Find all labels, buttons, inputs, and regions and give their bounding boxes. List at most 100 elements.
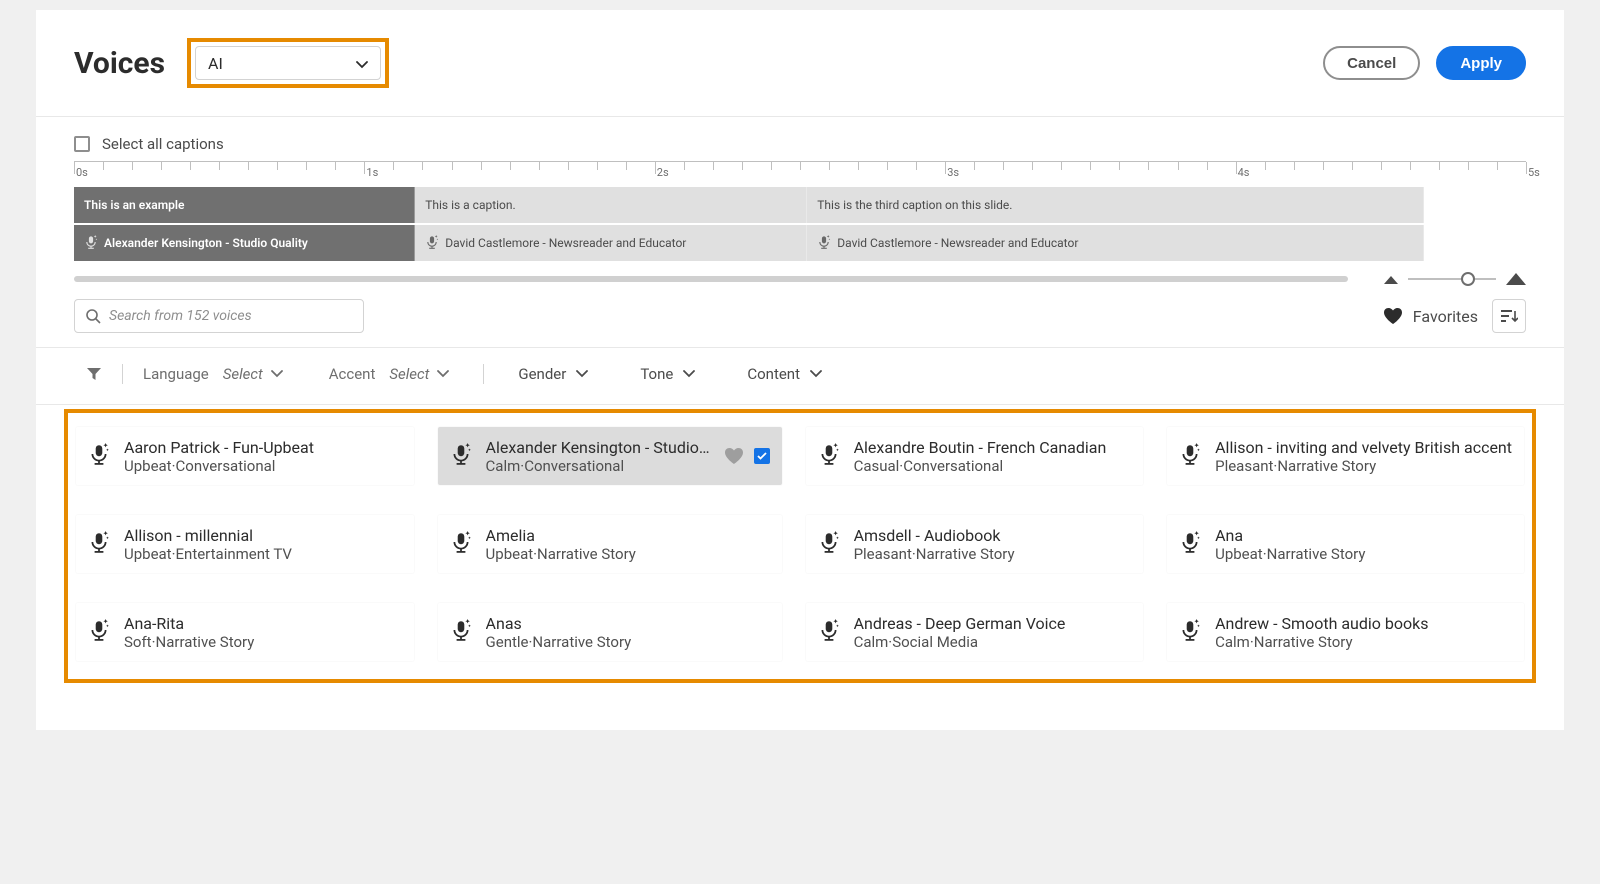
sort-button[interactable] (1492, 299, 1526, 333)
voice-tags: Upbeat·Narrative Story (486, 545, 770, 563)
apply-button[interactable]: Apply (1436, 46, 1526, 80)
mic-ai-icon (84, 234, 98, 253)
selected-check-icon (754, 448, 770, 464)
voice-card[interactable]: Allison - millennialUpbeat·Entertainment… (76, 515, 414, 573)
caption-voice-segment[interactable]: David Castlemore - Newsreader and Educat… (415, 225, 807, 261)
caption-voice-row: Alexander Kensington - Studio QualityDav… (74, 225, 1526, 261)
ruler-label: 0s (76, 166, 88, 179)
timeline: 0s1s2s3s4s5s (36, 161, 1564, 183)
voice-card[interactable]: AnasGentle·Narrative Story (438, 603, 782, 661)
voice-name: Andrew - Smooth audio books (1215, 614, 1512, 633)
chevron-down-icon (437, 370, 449, 378)
timeline-scrollbar[interactable] (74, 276, 1348, 282)
voice-name: Alexander Kensington - Studio… (486, 438, 710, 457)
zoom-in-icon[interactable] (1506, 273, 1526, 285)
voice-name: Ana (1215, 526, 1512, 545)
search-placeholder: Search from 152 voices (109, 308, 252, 324)
mic-ai-icon (88, 530, 110, 558)
select-all-checkbox[interactable] (74, 136, 90, 152)
search-row: Search from 152 voices Favorites (36, 285, 1564, 348)
voice-name: Amelia (486, 526, 770, 545)
voice-card[interactable]: Andreas - Deep German VoiceCalm·Social M… (806, 603, 1144, 661)
caption-text-segment[interactable]: This is the third caption on this slide. (807, 187, 1424, 223)
voice-tags: Pleasant·Narrative Story (1215, 457, 1512, 475)
chevron-down-icon (576, 370, 588, 378)
caption-text-segment[interactable]: This is an example (74, 187, 415, 223)
filter-accent-select[interactable]: Select (389, 365, 449, 383)
heart-icon[interactable] (724, 447, 744, 465)
mic-ai-icon (1179, 530, 1201, 558)
voice-name: Aaron Patrick - Fun-Upbeat (124, 438, 402, 457)
voice-type-highlight: AI (187, 38, 389, 88)
voice-name: Amsdell - Audiobook (854, 526, 1132, 545)
caption-tracks: This is an exampleThis is a caption.This… (36, 183, 1564, 261)
scroll-zoom-row (36, 263, 1564, 285)
filter-accent-label: Accent (329, 365, 376, 383)
zoom-out-icon[interactable] (1384, 274, 1398, 284)
voice-card[interactable]: Alexandre Boutin - French CanadianCasual… (806, 427, 1144, 485)
favorites-label: Favorites (1413, 307, 1478, 326)
voice-name: Andreas - Deep German Voice (854, 614, 1132, 633)
mic-ai-icon (88, 442, 110, 470)
filter-language-label: Language (143, 365, 209, 383)
filter-content-select[interactable]: Content (747, 365, 822, 383)
voice-name: Allison - inviting and velvety British a… (1215, 438, 1512, 457)
mic-ai-icon (450, 442, 472, 470)
voice-card[interactable]: Alexander Kensington - Studio…Calm·Conve… (438, 427, 782, 485)
zoom-slider[interactable] (1408, 278, 1496, 280)
mic-ai-icon (818, 530, 840, 558)
voice-grid-highlight: Aaron Patrick - Fun-UpbeatUpbeat·Convers… (64, 409, 1536, 683)
voice-card[interactable]: Amsdell - AudiobookPleasant·Narrative St… (806, 515, 1144, 573)
filter-tone-select[interactable]: Tone (640, 365, 695, 383)
mic-ai-icon (1179, 618, 1201, 646)
voice-card[interactable]: AnaUpbeat·Narrative Story (1167, 515, 1524, 573)
zoom-slider-thumb[interactable] (1461, 272, 1475, 286)
voice-card[interactable]: Aaron Patrick - Fun-UpbeatUpbeat·Convers… (76, 427, 414, 485)
mic-ai-icon (88, 618, 110, 646)
filter-language-select[interactable]: Select (223, 365, 283, 383)
chevron-down-icon (683, 370, 695, 378)
mic-ai-icon (425, 234, 439, 253)
mic-ai-icon (450, 618, 472, 646)
sort-icon (1500, 309, 1518, 323)
chevron-down-icon (271, 370, 283, 378)
voices-panel: Voices AI Cancel Apply Select all captio… (36, 10, 1564, 730)
select-all-label: Select all captions (102, 135, 224, 153)
voice-card[interactable]: AmeliaUpbeat·Narrative Story (438, 515, 782, 573)
chevron-down-icon (356, 54, 368, 73)
voice-name: Allison - millennial (124, 526, 402, 545)
voice-tags: Calm·Conversational (486, 457, 710, 475)
voice-card[interactable]: Andrew - Smooth audio booksCalm·Narrativ… (1167, 603, 1524, 661)
caption-text-segment[interactable]: This is a caption. (415, 187, 807, 223)
header: Voices AI Cancel Apply (36, 38, 1564, 117)
mic-ai-icon (450, 530, 472, 558)
favorites-toggle[interactable]: Favorites (1383, 307, 1478, 326)
voice-tags: Calm·Social Media (854, 633, 1132, 651)
caption-voice-segment[interactable]: Alexander Kensington - Studio Quality (74, 225, 415, 261)
voice-grid: Aaron Patrick - Fun-UpbeatUpbeat·Convers… (76, 427, 1524, 661)
filter-gender-select[interactable]: Gender (518, 365, 588, 383)
zoom-control (1384, 273, 1526, 285)
search-icon (85, 308, 101, 324)
cancel-button[interactable]: Cancel (1323, 46, 1420, 80)
voice-card[interactable]: Allison - inviting and velvety British a… (1167, 427, 1524, 485)
voice-name: Anas (486, 614, 770, 633)
voice-card[interactable]: Ana-RitaSoft·Narrative Story (76, 603, 414, 661)
voice-type-dropdown[interactable]: AI (195, 46, 381, 80)
caption-voice-segment[interactable]: David Castlemore - Newsreader and Educat… (807, 225, 1424, 261)
voice-tags: Soft·Narrative Story (124, 633, 402, 651)
voice-tags: Calm·Narrative Story (1215, 633, 1512, 651)
ruler-label: 3s (947, 166, 959, 179)
timeline-ruler[interactable]: 0s1s2s3s4s5s (74, 161, 1526, 183)
voice-tags: Gentle·Narrative Story (486, 633, 770, 651)
filter-row: Language Select Accent Select Gender Ton… (36, 348, 1564, 405)
select-all-row: Select all captions (36, 117, 1564, 161)
chevron-down-icon (810, 370, 822, 378)
page-title: Voices (74, 46, 165, 81)
search-input[interactable]: Search from 152 voices (74, 299, 364, 333)
voice-tags: Pleasant·Narrative Story (854, 545, 1132, 563)
ruler-label: 1s (366, 166, 378, 179)
voice-tags: Upbeat·Conversational (124, 457, 402, 475)
mic-ai-icon (818, 442, 840, 470)
caption-text-row: This is an exampleThis is a caption.This… (74, 187, 1526, 223)
